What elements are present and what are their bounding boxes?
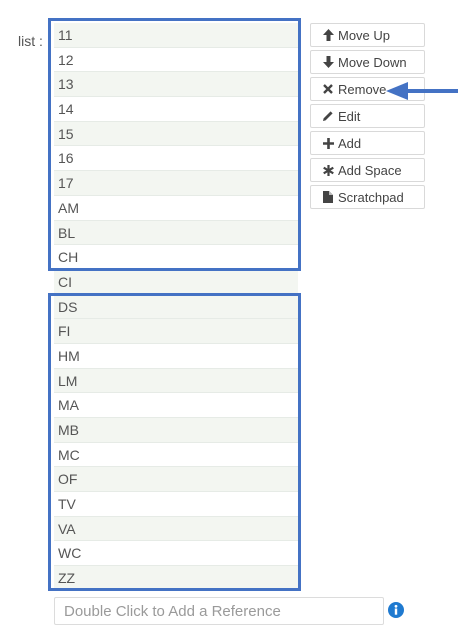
reference-list[interactable]: 11 12 13 14 15 16 17 AM BL CH CI DS FI H… (54, 23, 298, 591)
reference-input[interactable] (54, 597, 384, 625)
list-item[interactable]: 17 (54, 171, 298, 196)
list-item[interactable]: 13 (54, 72, 298, 98)
add-space-label: Add Space (338, 162, 402, 178)
list-item[interactable]: OF (54, 467, 298, 493)
list-item[interactable]: DS (54, 294, 298, 320)
list-item[interactable]: 15 (54, 121, 298, 147)
edit-label: Edit (338, 108, 361, 124)
list-item[interactable]: 12 (54, 47, 298, 73)
list-item[interactable]: VA (54, 516, 298, 542)
pencil-icon (322, 110, 334, 122)
list-item[interactable]: CH (54, 245, 298, 270)
add-label: Add (338, 135, 362, 151)
scratchpad-button[interactable]: Scratchpad (310, 185, 425, 209)
arrow-up-icon (322, 29, 334, 41)
asterisk-icon (322, 164, 334, 176)
file-icon (322, 191, 334, 203)
list-item[interactable]: MC (54, 442, 298, 468)
plus-icon (322, 137, 334, 149)
move-down-button[interactable]: Move Down (310, 50, 425, 74)
list-item[interactable]: MB (54, 418, 298, 443)
list-item[interactable]: HM (54, 343, 298, 369)
list-label: list : (18, 33, 43, 49)
list-item[interactable]: MA (54, 393, 298, 418)
arrow-down-icon (322, 56, 334, 68)
close-icon (322, 83, 334, 95)
list-item[interactable]: WC (54, 541, 298, 567)
list-item[interactable]: LM (54, 368, 298, 394)
add-space-button[interactable]: Add Space (310, 158, 425, 182)
move-up-label: Move Up (338, 27, 391, 43)
pointer-arrow-icon (386, 82, 458, 100)
scratchpad-label: Scratchpad (338, 189, 404, 205)
info-icon[interactable] (388, 602, 404, 618)
move-up-button[interactable]: Move Up (310, 23, 425, 47)
remove-label: Remove (338, 81, 387, 97)
list-item[interactable]: 16 (54, 146, 298, 172)
move-down-label: Move Down (338, 54, 407, 70)
list-item[interactable]: ZZ (54, 566, 298, 591)
list-item[interactable]: TV (54, 492, 298, 517)
edit-button[interactable]: Edit (310, 104, 425, 128)
list-item[interactable]: BL (54, 220, 298, 246)
list-item[interactable]: FI (54, 319, 298, 344)
list-item[interactable]: 11 (54, 23, 298, 48)
list-item[interactable]: AM (54, 195, 298, 221)
add-button[interactable]: Add (310, 131, 425, 155)
list-item[interactable]: CI (54, 269, 298, 295)
action-buttons: Move Up Move Down Remove Edit Add Add Sp… (310, 23, 425, 212)
list-item[interactable]: 14 (54, 97, 298, 122)
